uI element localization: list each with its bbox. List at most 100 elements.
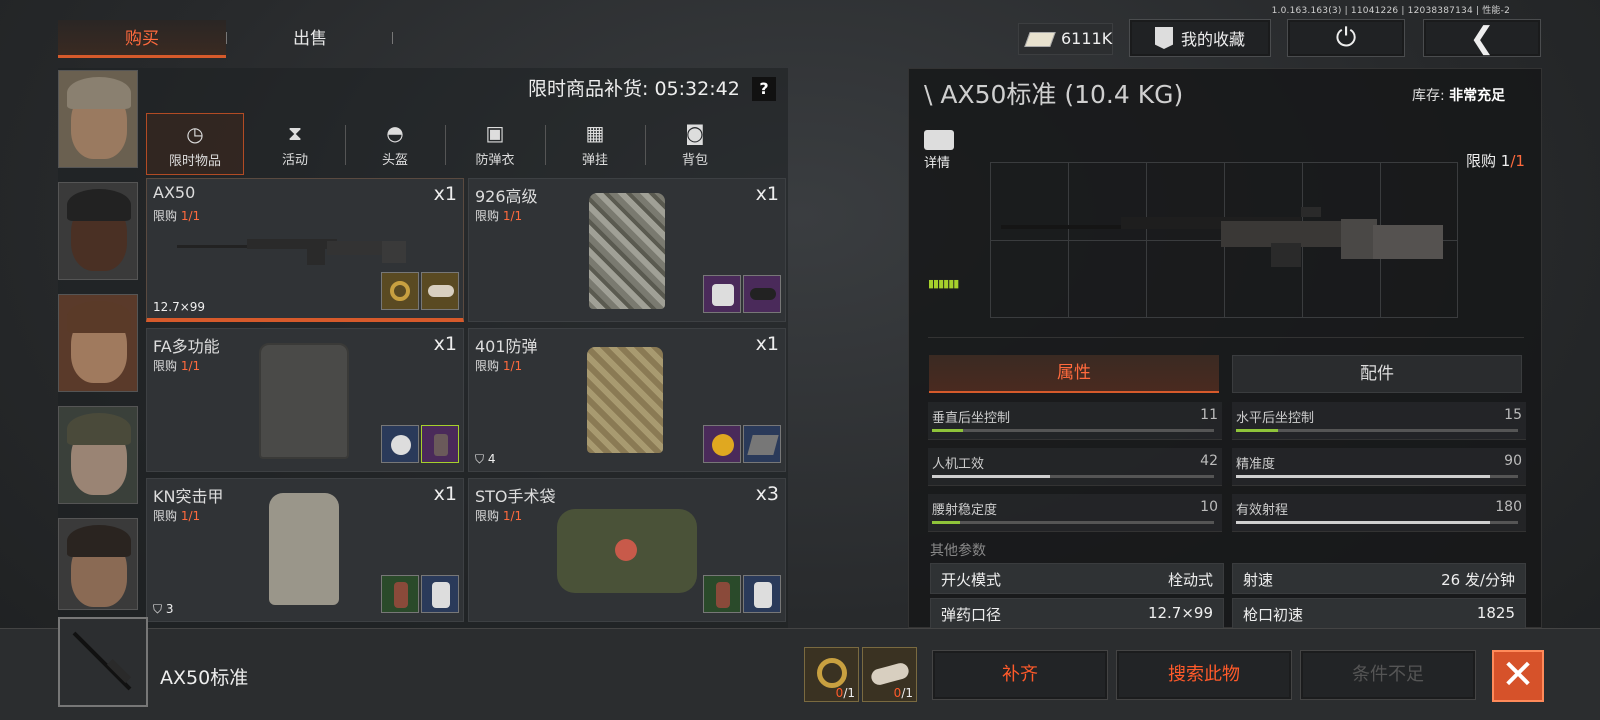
stock-info: 库存: 非常充足 bbox=[1412, 88, 1506, 104]
material-slot bbox=[743, 425, 781, 463]
item-card[interactable]: STO手术袋 限购 1/1 x3 bbox=[468, 478, 786, 622]
item-qty: x1 bbox=[755, 183, 779, 205]
ammo-caliber: 12.7×99 bbox=[153, 300, 206, 314]
category-label: 限时物品 bbox=[168, 154, 221, 169]
purchase-limit: 限购 1/1 bbox=[1466, 152, 1525, 170]
tab-attachments[interactable]: 配件 bbox=[1232, 355, 1522, 393]
item-qty: x1 bbox=[433, 183, 457, 205]
avatar[interactable] bbox=[58, 406, 138, 504]
required-material[interactable]: 0/1 bbox=[862, 647, 917, 702]
sniper-rifle-icon bbox=[177, 239, 406, 265]
rig-icon: ▦ bbox=[585, 121, 605, 145]
avatar[interactable] bbox=[58, 182, 138, 280]
avatar[interactable] bbox=[58, 294, 138, 392]
material-slot bbox=[381, 272, 419, 310]
item-qty: x3 bbox=[755, 483, 779, 505]
close-button[interactable]: ✕ bbox=[1492, 650, 1544, 702]
param-row: 弹药口径 12.7×99 bbox=[930, 598, 1224, 629]
material-slot bbox=[743, 275, 781, 313]
detail-label[interactable]: 详情 bbox=[924, 152, 950, 171]
armor-level: ⛉ 4 bbox=[475, 452, 496, 466]
gold-icon bbox=[712, 434, 734, 456]
tab-buy[interactable]: 购买 bbox=[58, 20, 226, 58]
material-slot bbox=[381, 575, 419, 613]
restock-label: 限时商品补货: bbox=[528, 78, 649, 100]
armor-vest-icon bbox=[587, 347, 663, 453]
power-button[interactable]: ⏻ bbox=[1287, 19, 1405, 57]
tab-vest[interactable]: ▣ 防弹衣 bbox=[446, 113, 544, 175]
item-card[interactable]: KN突击甲 限购 1/1 x1 ⛉ 3 bbox=[146, 478, 464, 622]
tab-rig[interactable]: ▦ 弹挂 bbox=[546, 113, 644, 175]
item-card[interactable]: 926高级 限购 1/1 x1 bbox=[468, 178, 786, 322]
shield-icon: ⛉ bbox=[153, 602, 163, 616]
search-item-button[interactable]: 搜索此物 bbox=[1116, 650, 1292, 700]
item-limit: 限购 1/1 bbox=[475, 509, 523, 523]
material-slot bbox=[703, 275, 741, 313]
back-button[interactable]: ❮ bbox=[1423, 19, 1541, 57]
divider bbox=[928, 337, 1524, 338]
item-card[interactable]: FA多功能 限购 1/1 x1 bbox=[146, 328, 464, 472]
item-name: 926高级 bbox=[475, 187, 538, 206]
shield-icon: ⛉ bbox=[475, 452, 485, 466]
back-arrow-icon: ❮ bbox=[1469, 20, 1495, 56]
tab-backpack[interactable]: ◙ 背包 bbox=[646, 113, 744, 175]
material-slot bbox=[703, 575, 741, 613]
category-label: 头盔 bbox=[381, 153, 408, 168]
other-params-label: 其他参数 bbox=[930, 543, 986, 559]
version-text: 1.0.163.163(3) | 11041226 | 12038387134 … bbox=[1271, 6, 1510, 16]
tab-attributes[interactable]: 属性 bbox=[929, 355, 1219, 393]
avatar[interactable] bbox=[58, 70, 138, 168]
item-limit: 限购 1/1 bbox=[153, 359, 201, 373]
stat-row: 有效射程 180 bbox=[1232, 494, 1526, 532]
watch-icon bbox=[391, 435, 411, 455]
stat-row: 腰射稳定度 10 bbox=[928, 494, 1222, 532]
item-title: \ AX50标准 (10.4 KG) bbox=[924, 80, 1184, 109]
plate-carrier-icon bbox=[259, 343, 349, 459]
required-material[interactable]: 0/1 bbox=[804, 647, 859, 702]
close-icon: ✕ bbox=[1501, 652, 1535, 698]
item-limit: 限购 1/1 bbox=[153, 509, 201, 523]
condition-unmet-button[interactable]: 条件不足 bbox=[1300, 650, 1476, 700]
tab-sell[interactable]: 出售 bbox=[226, 20, 394, 58]
restock-time: 05:32:42 bbox=[654, 78, 740, 100]
tab-helmet[interactable]: ◓ 头盔 bbox=[346, 113, 444, 175]
spray-icon bbox=[432, 582, 450, 608]
stat-row: 垂直后坐控制 11 bbox=[928, 402, 1222, 440]
material-count: 0/1 bbox=[893, 686, 913, 700]
item-limit: 限购 1/1 bbox=[475, 359, 523, 373]
item-qty: x1 bbox=[433, 483, 457, 505]
favorites-star-icon bbox=[1154, 27, 1173, 49]
item-name: STO手术袋 bbox=[475, 487, 556, 506]
assault-armor-icon bbox=[269, 493, 339, 605]
param-row: 开火模式 栓动式 bbox=[930, 563, 1224, 594]
material-slot bbox=[703, 425, 741, 463]
tab-event[interactable]: ⧗ 活动 bbox=[246, 113, 344, 175]
roll-icon bbox=[428, 285, 454, 297]
item-card[interactable]: AX50 限购 1/1 x1 12.7×99 bbox=[146, 178, 464, 322]
item-qty: x1 bbox=[433, 333, 457, 355]
item-name: KN突击甲 bbox=[153, 487, 224, 506]
device-icon bbox=[394, 582, 408, 608]
cable-icon bbox=[817, 658, 847, 688]
material-count: 0/1 bbox=[835, 686, 855, 700]
item-name: FA多功能 bbox=[153, 337, 220, 356]
param-row: 射速 26 发/分钟 bbox=[1232, 563, 1526, 594]
avatar[interactable] bbox=[58, 518, 138, 610]
category-label: 背包 bbox=[681, 153, 708, 168]
material-slot bbox=[421, 575, 459, 613]
item-qty: x1 bbox=[755, 333, 779, 355]
backpack-icon: ◙ bbox=[685, 121, 705, 145]
event-icon: ⧗ bbox=[287, 121, 303, 145]
item-card[interactable]: 401防弹 限购 1/1 x1 ⛉ 4 bbox=[468, 328, 786, 472]
tab-divider bbox=[392, 32, 393, 44]
item-name: AX50 bbox=[153, 183, 196, 202]
detail-icon[interactable] bbox=[924, 130, 954, 150]
help-button[interactable]: ? bbox=[752, 77, 776, 101]
favorites-button[interactable]: 我的收藏 bbox=[1129, 19, 1271, 57]
tab-limited[interactable]: ◷ 限时物品 bbox=[146, 113, 244, 175]
material-slot bbox=[421, 425, 459, 463]
tactical-vest-icon bbox=[589, 193, 665, 309]
fill-button[interactable]: 补齐 bbox=[932, 650, 1108, 700]
stat-row: 人机工效 42 bbox=[928, 448, 1222, 486]
currency-display: 6111K bbox=[1018, 23, 1113, 55]
